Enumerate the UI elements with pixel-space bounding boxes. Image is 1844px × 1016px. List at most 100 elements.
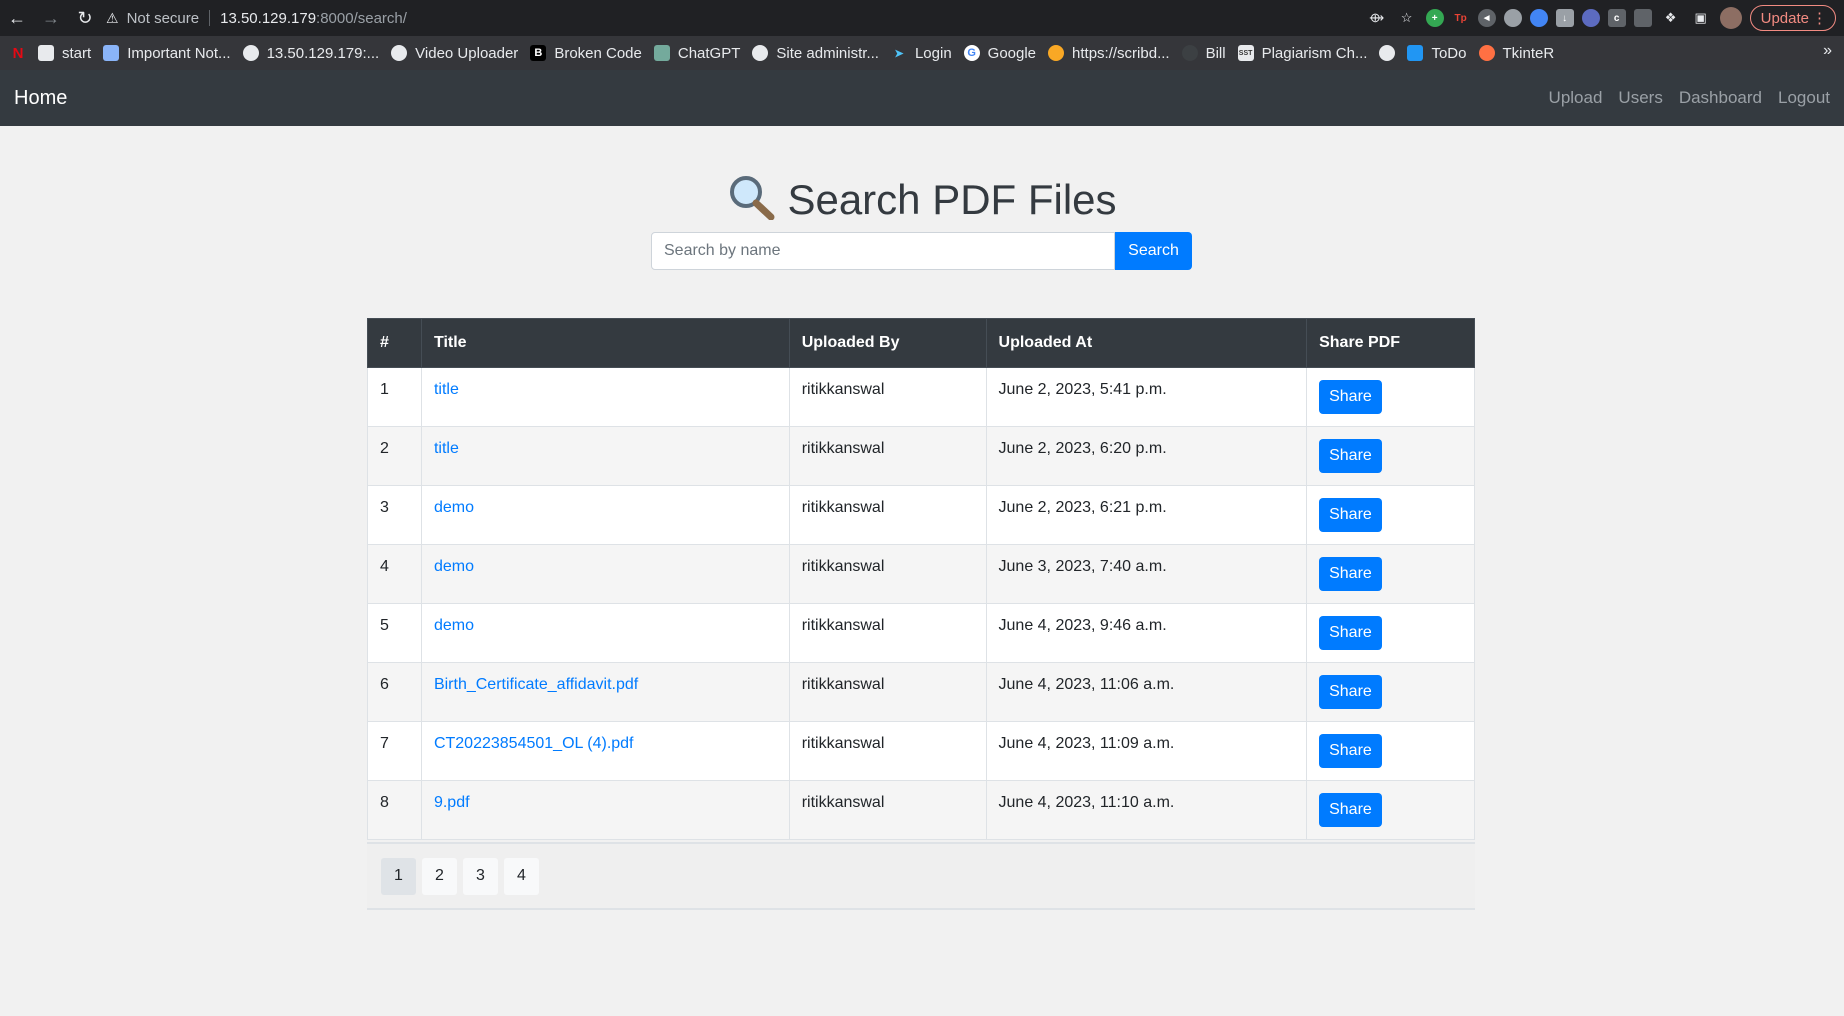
bookmark-item[interactable]: Bill bbox=[1181, 44, 1226, 62]
extension-color-icon[interactable] bbox=[1529, 9, 1548, 27]
bookmark-label: 13.50.129.179:... bbox=[266, 44, 380, 62]
title-link[interactable]: demo bbox=[434, 617, 474, 634]
page-link-2[interactable]: 2 bbox=[422, 857, 457, 895]
logout-link[interactable]: Logout bbox=[1778, 88, 1830, 108]
row-number: 6 bbox=[367, 662, 422, 722]
extension-shield-icon[interactable] bbox=[1581, 9, 1600, 27]
title-link[interactable]: 9.pdf bbox=[434, 794, 470, 811]
bookmark-item[interactable]: Video Uploader bbox=[391, 45, 518, 62]
share-cell: Share bbox=[1306, 367, 1475, 427]
uploaded-by-cell: ritikkanswal bbox=[788, 426, 987, 486]
row-number: 1 bbox=[367, 367, 422, 427]
dashboard-link[interactable]: Dashboard bbox=[1679, 88, 1762, 108]
bookmark-label: Login bbox=[914, 44, 952, 62]
divider bbox=[209, 10, 211, 26]
update-button[interactable]: Update ⋮ bbox=[1749, 5, 1836, 31]
star-icon[interactable]: ☆ bbox=[1396, 7, 1418, 29]
uploaded-at-cell: June 4, 2023, 11:10 a.m. bbox=[985, 780, 1308, 840]
row-number: 7 bbox=[367, 721, 422, 781]
google-icon: G bbox=[963, 45, 980, 61]
sidepanel-icon[interactable]: ▣ bbox=[1690, 7, 1712, 29]
update-label: Update bbox=[1760, 9, 1809, 27]
share-button[interactable]: Share bbox=[1319, 793, 1382, 827]
extension-c-icon[interactable]: c bbox=[1607, 9, 1626, 27]
extension-plus-icon[interactable]: + bbox=[1425, 9, 1444, 27]
search-input[interactable] bbox=[651, 232, 1115, 270]
title-cell: 9.pdf bbox=[420, 780, 790, 840]
uploaded-by-cell: ritikkanswal bbox=[788, 485, 987, 545]
uploaded-by-cell: ritikkanswal bbox=[788, 603, 987, 663]
bookmark-item[interactable]: ➤ Login bbox=[891, 44, 952, 62]
table-row: 6 Birth_Certificate_affidavit.pdf ritikk… bbox=[367, 662, 1475, 722]
bookmark-item[interactable]: start bbox=[38, 45, 91, 62]
search-button[interactable]: Search bbox=[1115, 232, 1192, 270]
menu-dots-icon: ⋮ bbox=[1812, 10, 1827, 27]
forward-icon[interactable]: → bbox=[34, 0, 68, 36]
column-header-number: # bbox=[367, 318, 422, 368]
share-button[interactable]: Share bbox=[1319, 557, 1382, 591]
share-button[interactable]: Share bbox=[1319, 616, 1382, 650]
bookmark-netflix[interactable]: N bbox=[10, 44, 26, 62]
reload-icon[interactable]: ↻ bbox=[68, 0, 102, 36]
address-bar[interactable]: ⚠ Not secure 13.50.129.179:8000/search/ bbox=[106, 4, 1256, 32]
avatar[interactable] bbox=[1719, 7, 1742, 29]
app-navbar: Home Upload Users Dashboard Logout bbox=[0, 70, 1844, 126]
page-link-3[interactable]: 3 bbox=[463, 857, 498, 895]
extension-arrow-icon[interactable]: ◄ bbox=[1477, 9, 1496, 27]
bookmark-item[interactable]: Site administr... bbox=[752, 45, 879, 62]
row-number: 5 bbox=[367, 603, 422, 663]
share-cell: Share bbox=[1306, 544, 1475, 604]
bookmark-item[interactable]: Important Not... bbox=[103, 44, 231, 62]
column-header-title: Title bbox=[420, 318, 790, 368]
globe-icon bbox=[1379, 45, 1396, 61]
extension-gray-icon[interactable] bbox=[1503, 9, 1522, 27]
bookmark-item[interactable]: ToDo bbox=[1407, 45, 1467, 62]
title-link[interactable]: demo bbox=[434, 558, 474, 575]
table-row: 1 title ritikkanswal June 2, 2023, 5:41 … bbox=[367, 367, 1475, 427]
title-link[interactable]: title bbox=[434, 440, 459, 457]
share-button[interactable]: Share bbox=[1319, 734, 1382, 768]
title-link[interactable]: CT20223854501_OL (4).pdf bbox=[434, 735, 634, 752]
share-button[interactable]: Share bbox=[1319, 675, 1382, 709]
title-link[interactable]: demo bbox=[434, 499, 474, 516]
share-button[interactable]: Share bbox=[1319, 498, 1382, 532]
extension-tp-icon[interactable]: Tp bbox=[1452, 9, 1470, 27]
table-row: 5 demo ritikkanswal June 4, 2023, 9:46 a… bbox=[367, 603, 1475, 663]
bookmark-item[interactable]: G Google bbox=[963, 45, 1036, 62]
bookmark-item[interactable]: 13.50.129.179:... bbox=[242, 44, 380, 62]
search-form: Search bbox=[651, 232, 1192, 270]
scribd-icon bbox=[1048, 45, 1065, 61]
bookmark-label: Bill bbox=[1205, 44, 1226, 62]
bookmark-label: Site administr... bbox=[776, 44, 879, 62]
folder-icon bbox=[38, 45, 54, 61]
back-icon[interactable]: ← bbox=[0, 0, 34, 36]
extension-download-icon[interactable]: ↓ bbox=[1555, 9, 1574, 27]
bookmark-item[interactable]: B Broken Code bbox=[530, 45, 642, 62]
page-link-1[interactable]: 1 bbox=[381, 857, 416, 895]
home-link[interactable]: Home bbox=[14, 87, 67, 110]
table-row: 7 CT20223854501_OL (4).pdf ritikkanswal … bbox=[367, 721, 1475, 781]
puzzle-icon[interactable]: ❖ bbox=[1660, 7, 1682, 29]
globe-icon bbox=[752, 45, 769, 61]
bookmark-item[interactable]: TkinteR bbox=[1478, 45, 1554, 62]
upload-link[interactable]: Upload bbox=[1549, 88, 1603, 108]
bookmark-item[interactable]: https://scribd... bbox=[1048, 45, 1170, 62]
users-link[interactable]: Users bbox=[1618, 88, 1662, 108]
title-link[interactable]: title bbox=[434, 381, 459, 398]
chevron-more-icon[interactable]: » bbox=[1823, 42, 1832, 60]
bookmark-label: Important Not... bbox=[127, 44, 231, 62]
title-link[interactable]: Birth_Certificate_affidavit.pdf bbox=[434, 676, 638, 693]
share-icon[interactable]: ⟴ bbox=[1366, 7, 1388, 29]
bill-icon bbox=[1181, 45, 1198, 61]
page-link-4[interactable]: 4 bbox=[504, 857, 539, 895]
netflix-icon: N bbox=[12, 44, 24, 62]
share-button[interactable]: Share bbox=[1319, 380, 1382, 414]
share-cell: Share bbox=[1306, 662, 1475, 722]
bookmark-label: Plagiarism Ch... bbox=[1261, 44, 1368, 62]
share-button[interactable]: Share bbox=[1319, 439, 1382, 473]
bookmark-item[interactable]: SST Plagiarism Ch... bbox=[1237, 44, 1368, 62]
extension-box-icon[interactable] bbox=[1633, 9, 1652, 27]
row-number: 4 bbox=[367, 544, 422, 604]
bookmark-item[interactable] bbox=[1379, 45, 1396, 61]
bookmark-item[interactable]: ChatGPT bbox=[653, 45, 740, 62]
